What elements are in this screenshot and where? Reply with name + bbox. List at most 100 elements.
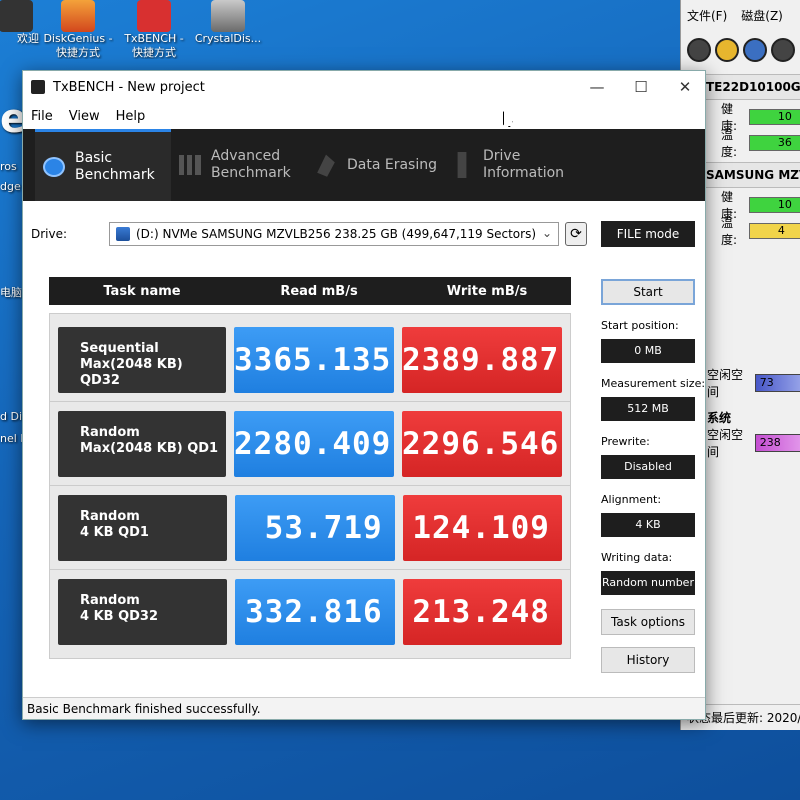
maximize-button[interactable]: ☐ — [619, 71, 663, 103]
table-row: Sequential Max(2048 KB) QD32 3365.135 238… — [50, 318, 570, 402]
cdi-free-label: 空闲空间 — [707, 428, 744, 459]
nav-bar: Basic Benchmark Advanced Benchmark Data Er… — [23, 129, 705, 201]
close-button[interactable]: ✕ — [663, 71, 707, 103]
minimize-button[interactable]: — — [575, 71, 619, 103]
desktop-icon-label-2: 快捷方式 — [56, 46, 100, 59]
txbench-window: TxBENCH - New project — ☐ ✕ File View He… — [22, 70, 706, 720]
table-body: Sequential Max(2048 KB) QD32 3365.135 238… — [49, 313, 571, 659]
write-value: 2389.887 — [402, 326, 562, 393]
desktop-fragment: dge — [0, 180, 21, 193]
write-value: 2296.546 — [402, 410, 562, 477]
menu-bar: File View Help — [23, 103, 705, 129]
desktop-icon-label: CrystalDis... — [194, 32, 262, 45]
task-name[interactable]: Sequential Max(2048 KB) QD32 — [58, 326, 226, 393]
cdi-free-value: 73 — [754, 374, 800, 392]
measurement-size-label: Measurement size: — [601, 377, 706, 390]
task-name[interactable]: Random 4 KB QD32 — [58, 579, 228, 645]
prewrite-label: Prewrite: — [601, 435, 650, 448]
alignment-field[interactable]: 4 KB — [601, 513, 695, 537]
tab-label: Advanced Benchmark — [211, 148, 291, 181]
cdi-temp-label: 温度: — [721, 128, 738, 159]
desktop-icon-label: TxBENCH - — [124, 32, 184, 45]
cdi-health-value: 10 — [748, 197, 800, 213]
desktop-icon-diskgenius[interactable]: DiskGenius - 快捷方式 — [42, 0, 114, 59]
table-row: Random 4 KB QD1 53.719 124.109 — [50, 486, 570, 570]
cdi-free-label: 空闲空间 — [707, 368, 744, 399]
writing-data-label: Writing data: — [601, 551, 673, 564]
crystaldisk-icon — [211, 0, 245, 32]
cdi-health-value: 10 — [748, 109, 800, 125]
menu-file[interactable]: File — [31, 109, 53, 124]
disk-icon[interactable] — [771, 38, 795, 62]
menu-help[interactable]: Help — [116, 109, 146, 124]
title-bar[interactable]: TxBENCH - New project — ☐ ✕ — [23, 71, 705, 103]
task-options-button[interactable]: Task options — [601, 609, 695, 635]
read-value: 2280.409 — [234, 410, 394, 477]
desktop-icon-crystaldisk[interactable]: CrystalDis... — [192, 0, 264, 46]
drive-label: Drive: — [31, 227, 68, 241]
start-position-label: Start position: — [601, 319, 679, 332]
stopwatch-icon — [43, 156, 65, 177]
tab-label: Basic Benchmark — [75, 149, 155, 183]
file-mode-button[interactable]: FILE mode — [601, 221, 695, 247]
diskgenius-icon — [61, 0, 95, 32]
tab-label: Data Erasing — [347, 156, 438, 173]
header-task-name: Task name — [103, 283, 181, 299]
desktop-fragment: ros — [0, 160, 17, 173]
bar-chart-icon — [179, 155, 201, 175]
cdi-menu-disk[interactable]: 磁盘(Z) — [741, 7, 783, 24]
desktop-fragment: d Di — [0, 410, 23, 423]
window-title: TxBENCH - New project — [53, 79, 205, 95]
write-value: 124.109 — [402, 494, 562, 561]
menu-view[interactable]: View — [69, 109, 100, 124]
desktop-icon-label: DiskGenius - — [43, 32, 113, 45]
task-name[interactable]: Random 4 KB QD1 — [58, 494, 228, 561]
warning-icon[interactable] — [715, 38, 739, 62]
status-bar: Basic Benchmark finished successfully. — [23, 697, 705, 719]
write-value: 213.248 — [402, 579, 562, 645]
cdi-toolbar — [681, 30, 800, 70]
chevron-down-icon: ⌄ — [541, 226, 552, 240]
txbench-app-icon — [31, 80, 45, 94]
cdi-free-value: 238 — [754, 434, 800, 452]
header-read: Read mB/s — [280, 283, 358, 299]
disk-icon[interactable] — [743, 38, 767, 62]
table-row: Random 4 KB QD32 332.816 213.248 — [50, 570, 570, 654]
drive-select[interactable]: (D:) NVMe SAMSUNG MZVLB256 238.25 GB (49… — [109, 222, 559, 246]
task-name[interactable]: Random Max(2048 KB) QD1 — [58, 410, 226, 477]
tab-advanced-benchmark[interactable]: Advanced Benchmark — [171, 129, 307, 201]
txbench-icon — [137, 0, 171, 32]
settings-panel: Start Start position: 0 MB Measurement s… — [601, 279, 706, 673]
desktop-icon-txbench[interactable]: TxBENCH - 快捷方式 — [118, 0, 190, 59]
refresh-icon[interactable] — [687, 38, 711, 62]
tab-drive-information[interactable]: Drive Information — [443, 129, 579, 201]
read-value: 332.816 — [235, 579, 395, 645]
app-icon — [0, 0, 33, 32]
history-button[interactable]: History — [601, 647, 695, 673]
cdi-temp-value: 36 — [748, 135, 800, 151]
cdi-temp-value: 4 — [748, 223, 800, 239]
table-row: Random Max(2048 KB) QD1 2280.409 2296.546 — [50, 402, 570, 486]
desktop-icon-label-2: 快捷方式 — [132, 46, 176, 59]
refresh-drive-button[interactable]: ⟳ — [565, 222, 587, 246]
drive-selected-value: (D:) NVMe SAMSUNG MZVLB256 238.25 GB (49… — [136, 227, 537, 241]
start-button[interactable]: Start — [601, 279, 695, 305]
cdi-menu-file[interactable]: 文件(F) — [687, 7, 727, 24]
measurement-size-field[interactable]: 512 MB — [601, 397, 695, 421]
cdi-menubar: 文件(F) 磁盘(Z) — [681, 0, 800, 30]
alignment-label: Alignment: — [601, 493, 662, 506]
info-icon — [457, 152, 467, 178]
drive-icon — [116, 227, 130, 241]
writing-data-field[interactable]: Random number — [601, 571, 695, 595]
tab-basic-benchmark[interactable]: Basic Benchmark — [35, 129, 171, 201]
tab-data-erasing[interactable]: Data Erasing — [307, 129, 443, 201]
cdi-temp-label: 温度: — [721, 216, 738, 247]
start-position-field[interactable]: 0 MB — [601, 339, 695, 363]
desktop-fragment: 电脑 — [0, 286, 22, 299]
drive-row: Drive: (D:) NVMe SAMSUNG MZVLB256 238.25… — [31, 219, 697, 249]
read-value: 3365.135 — [234, 326, 394, 393]
read-value: 53.719 — [235, 494, 395, 561]
prewrite-field[interactable]: Disabled — [601, 455, 695, 479]
table-header: Task name Read mB/s Write mB/s — [49, 277, 571, 305]
tab-label: Drive Information — [483, 148, 565, 181]
